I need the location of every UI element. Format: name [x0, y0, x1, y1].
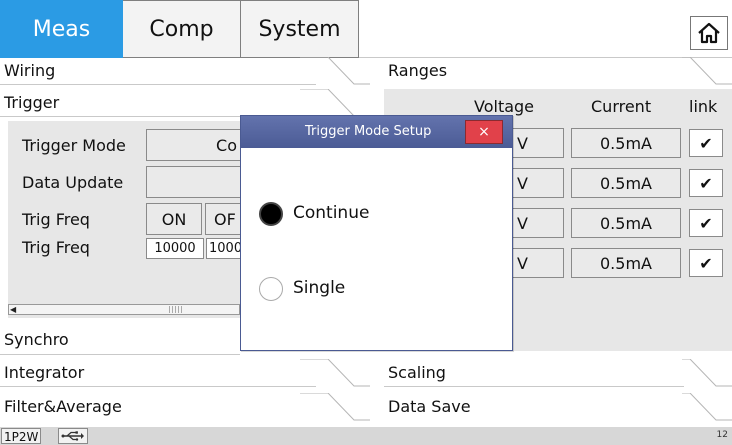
off-button[interactable]: OF [205, 203, 242, 235]
close-icon: × [478, 124, 490, 140]
current-range-button-1[interactable]: 0.5mA [571, 128, 681, 158]
divider [384, 386, 684, 387]
voltage-column-header: Voltage [474, 97, 535, 116]
trig-freq-label-2: Trig Freq [22, 238, 90, 257]
section-notch-icon [300, 393, 370, 421]
section-notch-icon [300, 89, 370, 117]
ranges-label: Ranges [388, 61, 448, 80]
data-save-section-header[interactable]: Data Save [384, 393, 732, 421]
divider [0, 84, 316, 85]
continue-radio[interactable] [259, 202, 283, 226]
status-bar: 1P2W 12 [0, 427, 732, 445]
dialog-close-button[interactable]: × [465, 120, 503, 144]
current-range-button-2[interactable]: 0.5mA [571, 168, 681, 198]
divider [0, 354, 240, 355]
link-checkbox-4[interactable]: ✔ [689, 249, 723, 277]
current-range-button-3[interactable]: 0.5mA [571, 208, 681, 238]
trigger-label: Trigger [4, 93, 60, 112]
section-notch-icon [682, 57, 732, 85]
filter-average-section-header[interactable]: Filter&Average [0, 393, 370, 421]
trig-freq-label-1: Trig Freq [22, 210, 90, 229]
link-checkbox-1[interactable]: ✔ [689, 129, 723, 157]
scaling-section-header[interactable]: Scaling [384, 359, 732, 387]
usb-button[interactable] [58, 428, 88, 444]
horizontal-scrollbar[interactable]: ◀ [8, 304, 240, 315]
link-checkbox-3[interactable]: ✔ [689, 209, 723, 237]
scroll-left-arrow-icon[interactable]: ◀ [10, 305, 16, 314]
wiring-section-header[interactable]: Wiring [0, 57, 370, 85]
filter-average-label: Filter&Average [4, 397, 122, 416]
ranges-section-header[interactable]: Ranges [384, 57, 732, 85]
instrument-screen: Meas Comp System Wiring Trigger Trigger … [0, 0, 732, 445]
usb-icon [61, 431, 84, 441]
single-radio[interactable] [259, 277, 283, 301]
home-button[interactable] [690, 16, 728, 50]
section-notch-icon [300, 57, 370, 85]
scroll-grip[interactable] [169, 306, 183, 313]
tab-system[interactable]: System [241, 0, 359, 58]
synchro-label: Synchro [4, 330, 69, 349]
link-column-header: link [689, 97, 718, 116]
tab-meas[interactable]: Meas [0, 0, 123, 58]
section-notch-icon [682, 393, 732, 421]
integrator-section-header[interactable]: Integrator [0, 359, 370, 387]
trigger-mode-label: Trigger Mode [22, 136, 126, 155]
freq-value-1-field[interactable]: 10000 [146, 238, 204, 259]
scaling-label: Scaling [388, 363, 446, 382]
on-button[interactable]: ON [146, 203, 202, 235]
top-tab-bar: Meas Comp System [0, 0, 359, 58]
section-notch-icon [682, 359, 732, 387]
data-update-button[interactable] [146, 166, 242, 198]
current-range-button-4[interactable]: 0.5mA [571, 248, 681, 278]
wiring-mode-indicator: 1P2W [1, 428, 42, 444]
synchro-section-header[interactable]: Synchro [0, 326, 250, 354]
tab-comp[interactable]: Comp [123, 0, 241, 58]
trigger-section-header[interactable]: Trigger [0, 89, 370, 117]
trigger-mode-setup-dialog: Trigger Mode Setup × Continue Single [240, 115, 513, 351]
wiring-label: Wiring [4, 61, 56, 80]
data-update-label: Data Update [22, 173, 124, 192]
continue-option-label[interactable]: Continue [293, 203, 369, 223]
freq-value-2-field[interactable]: 1000 [206, 238, 242, 259]
section-notch-icon [300, 359, 370, 387]
home-icon [698, 22, 720, 44]
trigger-mode-button[interactable]: Co [146, 129, 242, 161]
single-option-label[interactable]: Single [293, 278, 345, 298]
integrator-label: Integrator [4, 363, 85, 382]
page-number: 12 [716, 430, 728, 440]
link-checkbox-2[interactable]: ✔ [689, 169, 723, 197]
current-column-header: Current [591, 97, 652, 116]
divider [0, 386, 316, 387]
data-save-label: Data Save [388, 397, 471, 416]
